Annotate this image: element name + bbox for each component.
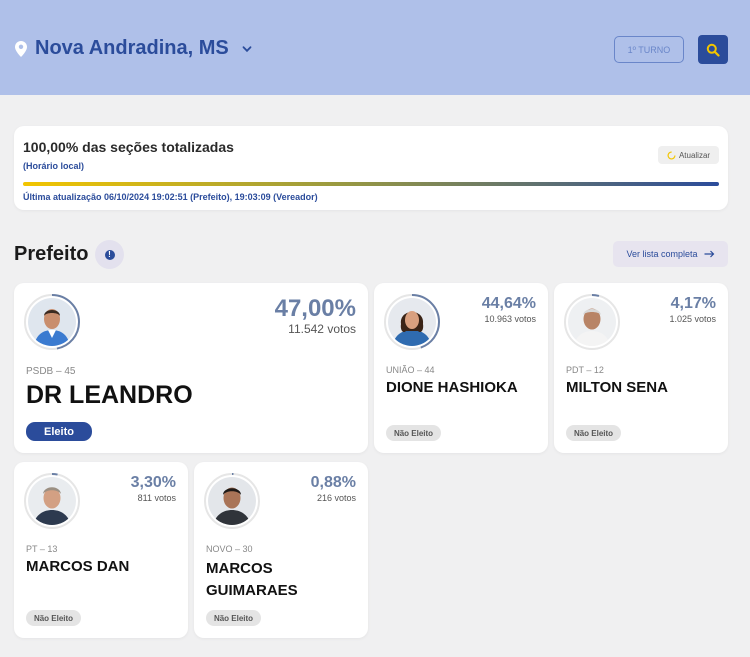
vote-count: 811 votos (137, 493, 176, 503)
party-number: UNIÃO – 44 (386, 365, 435, 375)
vote-percentage: 47,00% (274, 295, 356, 322)
section-title: Prefeito (14, 243, 89, 265)
not-elected-badge: Não Eleito (206, 610, 261, 626)
chevron-down-icon[interactable] (241, 43, 253, 55)
search-icon (706, 43, 720, 57)
info-button[interactable]: ! (95, 240, 124, 269)
candidate-card[interactable]: 4,17% 1.025 votos PDT – 12 MILTON SENA N… (554, 283, 728, 453)
candidate-name: MILTON SENA (566, 379, 668, 396)
local-time-note: (Horário local) (23, 161, 85, 171)
vote-percentage: 3,30% (130, 474, 176, 491)
candidate-card[interactable]: 44,64% 10.963 votos UNIÃO – 44 DIONE HAS… (374, 283, 548, 453)
vote-percentage: 4,17% (670, 295, 716, 312)
candidate-card[interactable]: 3,30% 811 votos PT – 13 MARCOS DAN Não E… (14, 462, 188, 638)
candidate-photo (388, 298, 436, 346)
candidate-card[interactable]: 47,00% 11.542 votos PSDB – 45 DR LEANDRO… (14, 283, 368, 453)
last-update-text: Última atualização 06/10/2024 19:02:51 (… (23, 192, 318, 202)
candidate-name: MARCOS GUIMARAES (206, 560, 298, 599)
candidate-photo (208, 477, 256, 525)
vote-count: 11.542 votos (288, 322, 356, 336)
candidate-photo (28, 298, 76, 346)
arrow-right-icon (704, 250, 714, 258)
info-icon: ! (104, 249, 115, 260)
not-elected-badge: Não Eleito (386, 425, 441, 441)
city-selector[interactable]: Nova Andradina, MS (35, 37, 229, 60)
elected-badge: Eleito (26, 422, 92, 441)
candidate-name: MARCOS DAN (26, 558, 130, 575)
progress-fill (23, 182, 719, 186)
vote-percentage: 44,64% (481, 295, 536, 312)
party-number: PSDB – 45 (26, 366, 76, 377)
candidate-photo (568, 298, 616, 346)
candidate-card[interactable]: 0,88% 216 votos NOVO – 30 MARCOS GUIMARA… (194, 462, 368, 638)
round-button[interactable]: 1º TURNO (614, 36, 684, 63)
refresh-button[interactable]: Atualizar (658, 146, 719, 164)
party-number: NOVO – 30 (206, 544, 253, 554)
party-number: PT – 13 (26, 544, 58, 554)
totalization-title: 100,00% das seções totalizadas (23, 139, 234, 155)
candidate-name: DIONE HASHIOKA (386, 379, 518, 396)
vote-count: 10.963 votos (484, 314, 536, 324)
candidate-photo (28, 477, 76, 525)
vote-count: 216 votos (316, 493, 356, 503)
location-pin-icon (15, 41, 27, 57)
vote-percentage: 0,88% (310, 474, 356, 491)
not-elected-badge: Não Eleito (26, 610, 81, 626)
not-elected-badge: Não Eleito (566, 425, 621, 441)
full-list-label: Ver lista completa (626, 249, 698, 259)
full-list-button[interactable]: Ver lista completa (613, 241, 728, 267)
candidate-name: DR LEANDRO (26, 381, 193, 409)
refresh-icon (667, 150, 676, 160)
refresh-label: Atualizar (678, 150, 711, 160)
totalization-progress-bar (23, 182, 719, 186)
party-number: PDT – 12 (566, 365, 604, 375)
top-bar: Nova Andradina, MS 1º TURNO (0, 0, 750, 95)
search-button[interactable] (698, 35, 728, 64)
vote-count: 1.025 votos (669, 314, 716, 324)
totalization-status-card: 100,00% das seções totalizadas (Horário … (14, 126, 728, 210)
